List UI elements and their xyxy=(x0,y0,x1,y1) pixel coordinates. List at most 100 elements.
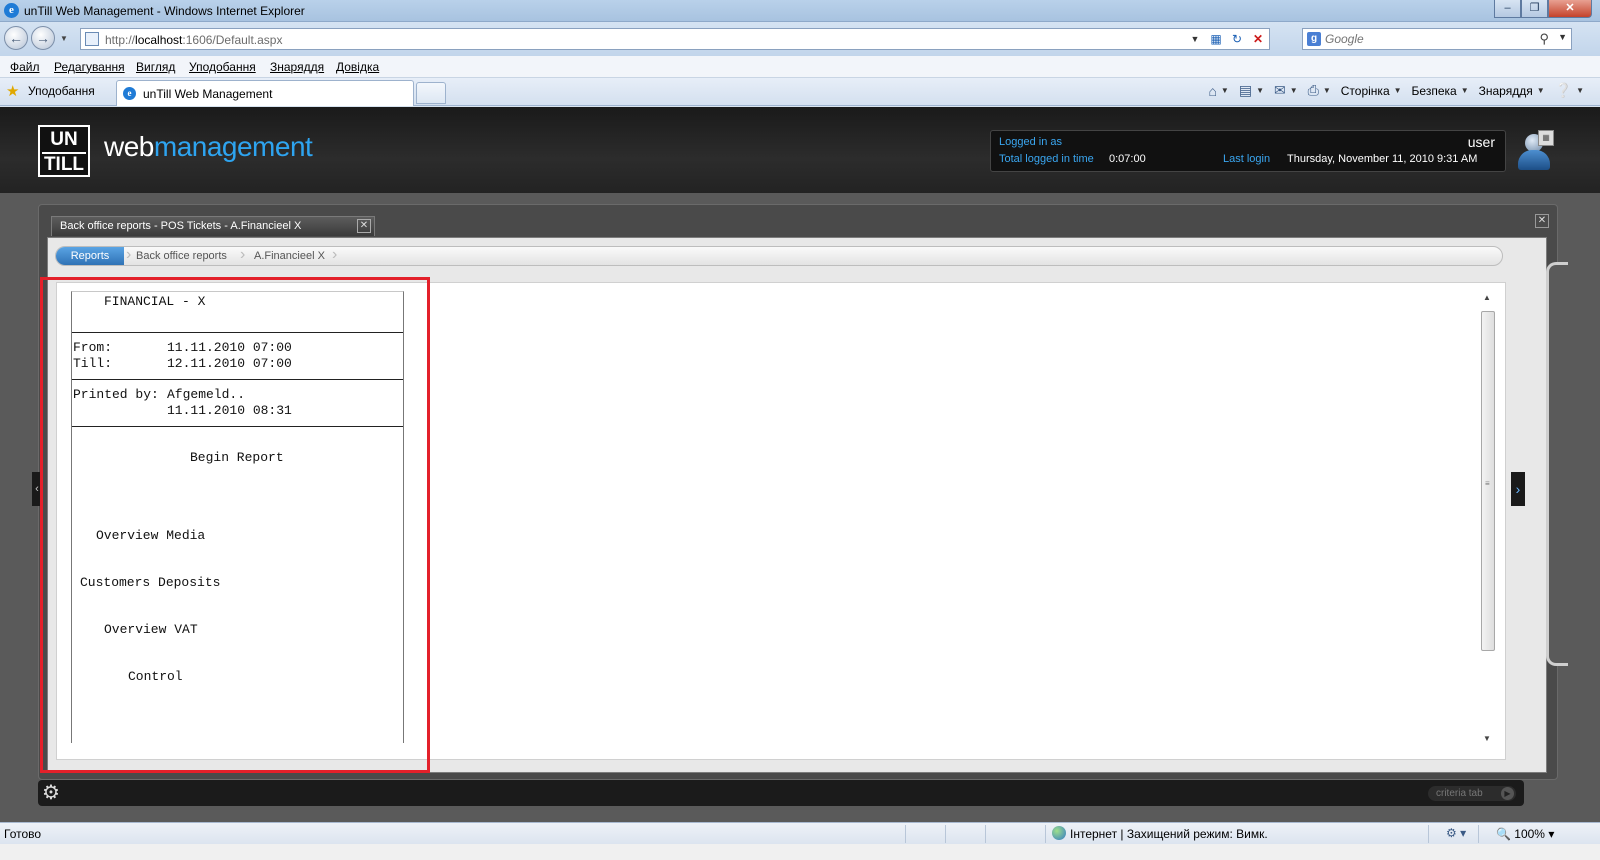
print-dropdown-icon[interactable]: ▼ xyxy=(1323,86,1331,95)
total-time-value: 0:07:00 xyxy=(1109,153,1146,165)
page-menu[interactable]: Сторінка xyxy=(1341,84,1390,98)
report-view: FINANCIAL - X From: 11.11.2010 07:00 Til… xyxy=(56,282,1506,760)
panel-body: Reports › Back office reports › A.Financ… xyxy=(47,237,1547,773)
close-tab-icon[interactable]: ✕ xyxy=(357,219,371,233)
security-zone-text: Інтернет | Захищений режим: Вимк. xyxy=(1070,827,1268,841)
app-header: UN TILL webmanagement Logged in as user … xyxy=(0,107,1600,193)
untill-logo: UN TILL xyxy=(38,125,90,177)
section-control: Control xyxy=(128,669,183,684)
maximize-button[interactable]: ❐ xyxy=(1521,0,1548,18)
report-scrollbar[interactable]: ▲ ≡ ▼ xyxy=(1481,293,1495,743)
expand-right-icon[interactable]: › xyxy=(1511,472,1525,506)
play-icon: ▶ xyxy=(1501,787,1514,800)
close-panel-icon[interactable]: ✕ xyxy=(1535,214,1549,228)
gear-icon[interactable]: ⚙ xyxy=(40,782,62,804)
safety-menu[interactable]: Безпека xyxy=(1412,84,1457,98)
panel-tab[interactable]: Back office reports - POS Tickets - A.Fi… xyxy=(51,216,375,236)
url-dropdown-icon[interactable]: ▼ xyxy=(1186,30,1204,48)
breadcrumb-financieel-x[interactable]: A.Financieel X xyxy=(254,247,325,265)
address-toolbar: ← → ▼ http://localhost:1606/Default.aspx… xyxy=(0,22,1600,56)
close-window-button[interactable]: ✕ xyxy=(1548,0,1592,18)
window-titlebar: e unTill Web Management - Windows Intern… xyxy=(0,0,1600,22)
search-icon[interactable]: ⚲ xyxy=(1539,31,1549,47)
favorites-bar: ★ Уподобання e unTill Web Management ⌂ ▼ … xyxy=(0,78,1600,106)
zoom-level[interactable]: 🔍 100% ▾ xyxy=(1496,827,1554,841)
ticket-divider xyxy=(72,332,403,333)
history-dropdown-icon[interactable]: ▼ xyxy=(60,34,68,43)
scroll-down-icon[interactable]: ▼ xyxy=(1483,734,1491,743)
till-label: Till: xyxy=(73,356,113,371)
protected-mode-icon[interactable]: ⚙ ▾ xyxy=(1446,826,1466,840)
browser-tab-active[interactable]: e unTill Web Management xyxy=(116,80,414,106)
menu-view[interactable]: Вигляд xyxy=(136,60,175,74)
browser-tab-title: unTill Web Management xyxy=(143,87,273,101)
breadcrumb-back-office-reports[interactable]: Back office reports xyxy=(136,247,227,265)
compatibility-view-icon[interactable]: ▦ xyxy=(1207,30,1225,48)
search-box[interactable]: g ⚲ ▼ xyxy=(1302,28,1572,50)
username: user xyxy=(1467,134,1495,150)
scroll-up-icon[interactable]: ▲ xyxy=(1483,293,1491,302)
menu-favorites[interactable]: Уподобання xyxy=(189,60,256,74)
section-overview-media: Overview Media xyxy=(96,528,206,543)
print-icon[interactable]: ⎙ xyxy=(1308,82,1319,99)
status-text: Готово xyxy=(4,827,42,841)
breadcrumb-reports[interactable]: Reports xyxy=(56,247,124,265)
internet-zone-icon xyxy=(1052,826,1066,840)
home-dropdown-icon[interactable]: ▼ xyxy=(1221,86,1229,95)
help-icon[interactable]: ❔ xyxy=(1555,82,1572,99)
mail-icon[interactable]: ✉ xyxy=(1274,82,1286,99)
ie-logo-icon: e xyxy=(4,3,19,18)
panel-tab-title: Back office reports - POS Tickets - A.Fi… xyxy=(60,220,302,232)
scroll-thumb[interactable]: ≡ xyxy=(1481,311,1495,651)
total-time-label: Total logged in time xyxy=(999,153,1094,165)
bottom-toolbar: ⚙ criteria tab ▶ xyxy=(38,780,1524,806)
google-icon: g xyxy=(1307,32,1321,46)
stop-icon[interactable]: ✕ xyxy=(1249,30,1267,48)
status-bar: Готово Інтернет | Захищений режим: Вимк.… xyxy=(0,822,1600,844)
from-label: From: xyxy=(73,340,113,355)
menu-tools[interactable]: Знаряддя xyxy=(270,60,324,74)
breadcrumb-separator-icon: › xyxy=(332,246,338,263)
help-dropdown-icon[interactable]: ▼ xyxy=(1576,86,1584,95)
breadcrumb-separator-icon: › xyxy=(126,246,132,263)
menu-file[interactable]: Файл xyxy=(10,60,40,74)
refresh-icon[interactable]: ↻ xyxy=(1228,30,1246,48)
ticket-divider xyxy=(72,379,403,380)
page-icon xyxy=(85,32,99,46)
page-menu-dropdown-icon[interactable]: ▼ xyxy=(1394,86,1402,95)
search-input[interactable] xyxy=(1325,31,1525,47)
home-icon[interactable]: ⌂ xyxy=(1208,83,1216,99)
feeds-icon[interactable]: ▤ xyxy=(1239,82,1252,99)
side-panel-handle[interactable] xyxy=(1546,262,1568,666)
menu-help[interactable]: Довідка xyxy=(336,60,379,74)
section-overview-vat: Overview VAT xyxy=(104,622,198,637)
minimize-button[interactable]: – xyxy=(1494,0,1521,18)
url-text[interactable]: http://localhost:1606/Default.aspx xyxy=(105,33,282,47)
window-title: unTill Web Management - Windows Internet… xyxy=(24,4,305,18)
favorites-button[interactable]: Уподобання xyxy=(28,84,95,98)
ticket-title: FINANCIAL - X xyxy=(104,294,206,309)
ticket-divider xyxy=(72,426,403,427)
tools-menu-dropdown-icon[interactable]: ▼ xyxy=(1537,86,1545,95)
forward-button[interactable]: → xyxy=(31,26,55,50)
webmanagement-logo: webmanagement xyxy=(104,131,313,162)
printed-at-value: 11.11.2010 08:31 xyxy=(167,403,292,418)
user-avatar-icon[interactable]: ▦ xyxy=(1516,130,1556,172)
search-options-icon[interactable]: ▼ xyxy=(1558,32,1567,42)
section-customers-deposits: Customers Deposits xyxy=(80,575,221,590)
favorites-star-icon[interactable]: ★ xyxy=(6,82,19,100)
feeds-dropdown-icon[interactable]: ▼ xyxy=(1256,86,1264,95)
address-field[interactable]: http://localhost:1606/Default.aspx ▼ ▦ ↻… xyxy=(80,28,1270,50)
new-tab-button[interactable] xyxy=(416,82,446,104)
begin-report: Begin Report xyxy=(190,450,284,465)
collapse-left-icon[interactable]: ‹ xyxy=(32,472,42,506)
back-button[interactable]: ← xyxy=(4,26,28,50)
menu-edit[interactable]: Редагування xyxy=(54,60,125,74)
criteria-tab-button[interactable]: criteria tab ▶ xyxy=(1428,786,1516,801)
mail-dropdown-icon[interactable]: ▼ xyxy=(1290,86,1298,95)
printed-by-label: Printed by: xyxy=(73,387,159,402)
tools-menu[interactable]: Знаряддя xyxy=(1479,84,1533,98)
safety-menu-dropdown-icon[interactable]: ▼ xyxy=(1461,86,1469,95)
breadcrumb-separator-icon: › xyxy=(240,246,246,263)
tab-ie-icon: e xyxy=(123,87,136,100)
